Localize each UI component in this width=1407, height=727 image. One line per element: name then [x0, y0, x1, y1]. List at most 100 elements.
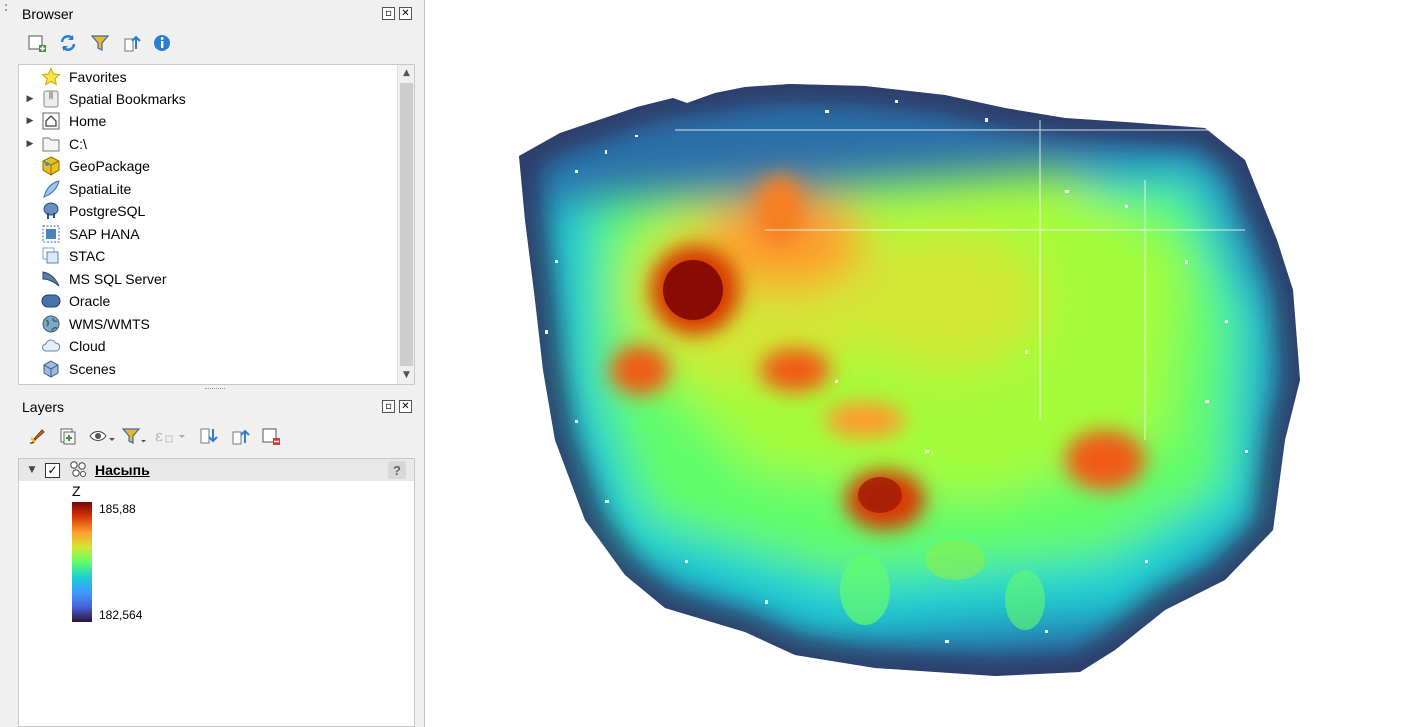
tree-item-label: Favorites [69, 69, 127, 85]
collapse-all-button[interactable] [121, 32, 143, 54]
paintbrush-icon [29, 429, 45, 444]
stac-icon [41, 246, 61, 266]
browser-scrollbar[interactable]: ▲ ▼ [397, 65, 414, 384]
tree-item-spatial-bookmarks[interactable]: ▶ Spatial Bookmarks [19, 88, 397, 110]
tree-item-c-drive[interactable]: ▶ C:\ [19, 133, 397, 155]
close-panel-button[interactable]: ✕ [399, 400, 412, 413]
layer-visibility-checkbox[interactable]: ✓ [45, 462, 60, 478]
panel-splitter[interactable] [205, 388, 225, 391]
home-icon [41, 111, 61, 131]
dock-grip[interactable] [2, 4, 10, 14]
expression-filter-button[interactable]: ε [153, 425, 189, 447]
globe-icon [41, 314, 61, 334]
remove-layer-icon [262, 428, 280, 445]
tree-item-label: GeoPackage [69, 158, 150, 174]
tree-item-cloud[interactable]: Cloud [19, 335, 397, 357]
sap-hana-icon [41, 224, 61, 244]
info-icon [154, 35, 170, 51]
spatialite-icon [41, 179, 61, 199]
tree-item-spatialite[interactable]: SpatiaLite [19, 178, 397, 200]
layers-tree[interactable]: ▼ ✓ Насыпь ? Z 185,88 182,564 [18, 458, 415, 727]
geopackage-icon [41, 156, 61, 176]
add-layer-icon [28, 35, 46, 52]
tree-item-home[interactable]: ▶ Home [19, 110, 397, 132]
tree-item-label: Cloud [69, 338, 106, 354]
float-panel-button[interactable]: ▫ [382, 400, 395, 413]
map-canvas[interactable] [424, 0, 1407, 727]
tree-item-label: PostgreSQL [69, 203, 146, 219]
tree-item-stac[interactable]: STAC [19, 245, 397, 267]
tree-item-scenes[interactable]: Scenes [19, 358, 397, 380]
mssql-icon [41, 269, 61, 289]
point-cloud-render [519, 84, 1300, 676]
collapse-icon [124, 35, 141, 52]
help-icon[interactable]: ? [388, 461, 406, 479]
tree-item-favorites[interactable]: Favorites [19, 66, 397, 88]
layers-panel-title: Layers [22, 399, 65, 415]
close-panel-button[interactable]: ✕ [399, 7, 412, 20]
legend-color-ramp [72, 502, 92, 622]
qgis-window: Browser ▫ ✕ Favorites ▶ Spatial Bookmark… [0, 0, 1407, 727]
tree-item-label: Scenes [69, 361, 116, 377]
tree-item-geopackage[interactable]: GeoPackage [19, 155, 397, 177]
expand-all-button[interactable] [198, 425, 220, 447]
eye-icon [89, 431, 115, 441]
add-group-icon [60, 428, 76, 445]
tree-item-label: Home [69, 113, 107, 129]
legend-attribute: Z [72, 483, 81, 499]
add-layer-button[interactable] [26, 32, 48, 54]
epsilon-icon: ε [155, 427, 185, 445]
svg-text:ε: ε [155, 427, 163, 445]
expand-arrow-icon[interactable]: ▶ [19, 94, 41, 104]
tree-item-oracle[interactable]: Oracle [19, 290, 397, 312]
expand-all-icon [200, 428, 218, 444]
refresh-icon [60, 35, 76, 51]
folder-icon [41, 134, 61, 154]
legend-min-label: 182,564 [99, 608, 143, 622]
add-group-button[interactable] [57, 425, 79, 447]
style-manager-button[interactable] [26, 425, 48, 447]
tree-item-label: SpatiaLite [69, 181, 132, 197]
visibility-button[interactable] [89, 425, 115, 447]
filter-button[interactable] [89, 32, 111, 54]
cloud-icon [41, 336, 61, 356]
point-cloud-icon [69, 460, 87, 481]
layer-row[interactable]: ▼ ✓ Насыпь ? [19, 459, 414, 481]
browser-panel-title: Browser [22, 6, 74, 22]
postgresql-icon [41, 201, 61, 221]
tree-item-sap-hana[interactable]: SAP HANA [19, 223, 397, 245]
properties-button[interactable] [151, 32, 173, 54]
tree-item-label: STAC [69, 248, 106, 264]
oracle-icon [41, 291, 61, 311]
expand-arrow-icon[interactable]: ▶ [19, 116, 41, 126]
tree-item-label: WMS/WMTS [69, 316, 150, 332]
tree-item-label: C:\ [69, 136, 87, 152]
remove-layer-button[interactable] [260, 425, 282, 447]
left-dock: Browser ▫ ✕ Favorites ▶ Spatial Bookmark… [0, 0, 421, 727]
refresh-button[interactable] [57, 32, 79, 54]
tree-item-mssql[interactable]: MS SQL Server [19, 268, 397, 290]
tree-item-postgresql[interactable]: PostgreSQL [19, 200, 397, 222]
filter-icon [121, 428, 146, 444]
scroll-down-arrow[interactable]: ▼ [398, 367, 414, 384]
filter-legend-button[interactable] [121, 425, 147, 447]
scrollbar-thumb[interactable] [400, 83, 413, 366]
tree-item-wms-wmts[interactable]: WMS/WMTS [19, 313, 397, 335]
expand-arrow-icon[interactable]: ▶ [19, 139, 41, 149]
tree-item-label: SAP HANA [69, 226, 140, 242]
collapse-all-layers-button[interactable] [230, 425, 252, 447]
tree-item-label: Oracle [69, 293, 111, 309]
elevation-surface [519, 84, 1300, 676]
bookmark-icon [41, 89, 61, 109]
filter-icon [90, 35, 110, 51]
float-panel-button[interactable]: ▫ [382, 7, 395, 20]
tree-item-label: Spatial Bookmarks [69, 91, 186, 107]
collapse-arrow-icon[interactable]: ▼ [19, 465, 45, 475]
star-icon [41, 67, 61, 87]
legend-max-label: 185,88 [99, 502, 136, 516]
layer-name: Насыпь [95, 462, 150, 478]
cube-icon [41, 359, 61, 379]
browser-tree[interactable]: Favorites ▶ Spatial Bookmarks ▶ Home ▶ C… [18, 64, 415, 385]
scroll-up-arrow[interactable]: ▲ [398, 65, 414, 82]
collapse-all-icon [232, 429, 250, 445]
